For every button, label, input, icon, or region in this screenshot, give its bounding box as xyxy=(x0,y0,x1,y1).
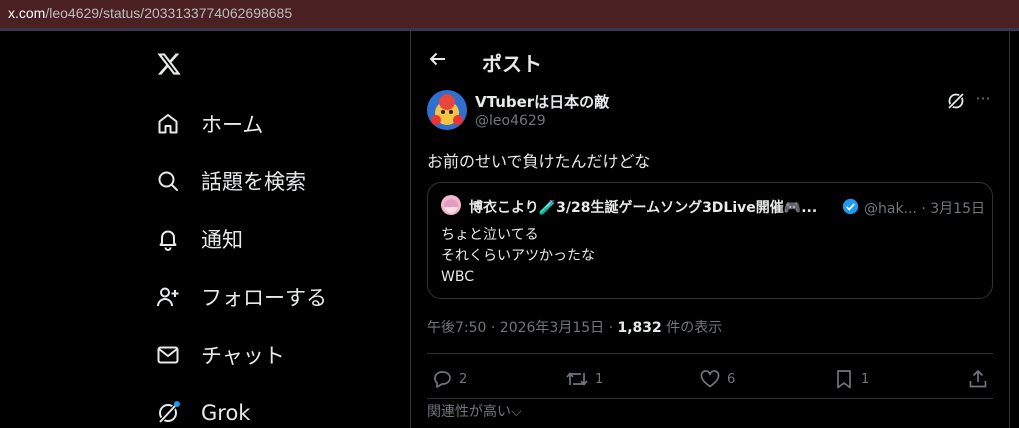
quoted-tweet[interactable]: 博衣こより🧪3/28生誕ゲームソング3DLive開催🎮... @hak... ·… xyxy=(427,182,993,299)
avatar[interactable] xyxy=(427,90,467,130)
search-icon xyxy=(156,169,180,193)
mail-icon xyxy=(156,343,180,367)
author-handle[interactable]: @leo4629 xyxy=(475,113,546,129)
sidebar-item-label: Grok xyxy=(201,401,251,425)
divider xyxy=(427,353,993,354)
sidebar-item-label: チャット xyxy=(201,344,285,368)
verified-badge-icon xyxy=(842,198,859,215)
grok-icon xyxy=(156,401,180,425)
tweet-timestamp[interactable]: 午後7:50 · 2026年3月15日 · xyxy=(427,320,618,336)
column-divider xyxy=(1009,31,1010,428)
bookmark-icon xyxy=(837,370,851,389)
sidebar-item-grok[interactable]: Grok xyxy=(156,395,250,428)
home-icon xyxy=(156,112,180,136)
page-title: ポスト xyxy=(482,52,542,76)
quote-avatar xyxy=(441,195,461,215)
browser-url-bar[interactable]: x.com/leo4629/status/2033133774062698685 xyxy=(0,0,1019,28)
tweet-meta: 午後7:50 · 2026年3月15日 · 1,832 件の表示 xyxy=(427,317,722,337)
quote-line: それくらいアツかったな xyxy=(441,248,595,264)
repost-icon xyxy=(566,372,588,386)
sidebar-item-label: 話題を検索 xyxy=(201,170,306,194)
divider xyxy=(427,398,993,399)
bell-icon xyxy=(156,227,180,251)
more-options-icon[interactable]: ··· xyxy=(973,91,993,111)
quote-handle-date: @hak... · 3月15日 xyxy=(864,201,985,217)
sidebar-item-follow[interactable]: フォローする xyxy=(156,279,327,315)
back-arrow-icon[interactable] xyxy=(428,49,448,69)
quote-line: WBC xyxy=(441,269,474,285)
quote-author-name: 博衣こより🧪3/28生誕ゲームソング3DLive開催🎮... xyxy=(469,200,818,216)
views-label: 件の表示 xyxy=(661,320,723,336)
sidebar-item-explore[interactable]: 話題を検索 xyxy=(156,163,306,199)
like-count: 6 xyxy=(727,371,736,387)
post-column: ポスト VTuberは日本の敵 @leo4629 ··· お前のせいで負けたんだ… xyxy=(411,31,1009,428)
sidebar-item-label: フォローする xyxy=(201,286,327,310)
bookmark-count: 1 xyxy=(861,371,870,387)
repost-count: 1 xyxy=(595,371,604,387)
url-text[interactable]: x.com/leo4629/status/2033133774062698685 xyxy=(8,5,292,21)
like-button[interactable]: 6 xyxy=(699,368,735,390)
share-button[interactable] xyxy=(967,368,989,390)
reply-count: 2 xyxy=(459,371,468,387)
sidebar-item-chat[interactable]: チャット xyxy=(156,337,285,373)
heart-icon xyxy=(700,370,720,388)
reply-icon xyxy=(434,371,451,388)
repost-button[interactable]: 1 xyxy=(565,368,603,390)
sidebar-item-notifications[interactable]: 通知 xyxy=(156,221,243,257)
quote-line: ちょと泣いてる xyxy=(441,227,539,243)
x-logo-icon[interactable] xyxy=(156,51,182,77)
tweet-text: お前のせいで負けたんだけどな xyxy=(427,152,651,171)
bookmark-button[interactable]: 1 xyxy=(833,368,869,390)
author-name[interactable]: VTuberは日本の敵 xyxy=(475,91,609,112)
grok-icon[interactable] xyxy=(946,91,966,111)
share-icon xyxy=(969,369,987,388)
follow-icon xyxy=(156,285,180,309)
reply-sort-dropdown[interactable]: 関連性が高い⌵ xyxy=(427,401,522,421)
quote-text: ちょと泣いてる それくらいアツかったな WBC xyxy=(441,225,595,288)
views-count: 1,832 xyxy=(617,320,662,336)
reply-button[interactable]: 2 xyxy=(431,368,467,390)
sidebar-item-label: ホーム xyxy=(201,113,264,137)
sidebar: ホーム 話題を検索 通知 フォローする チャット Grok xyxy=(0,31,410,428)
sidebar-item-home[interactable]: ホーム xyxy=(156,106,263,142)
sidebar-item-label: 通知 xyxy=(201,228,243,252)
